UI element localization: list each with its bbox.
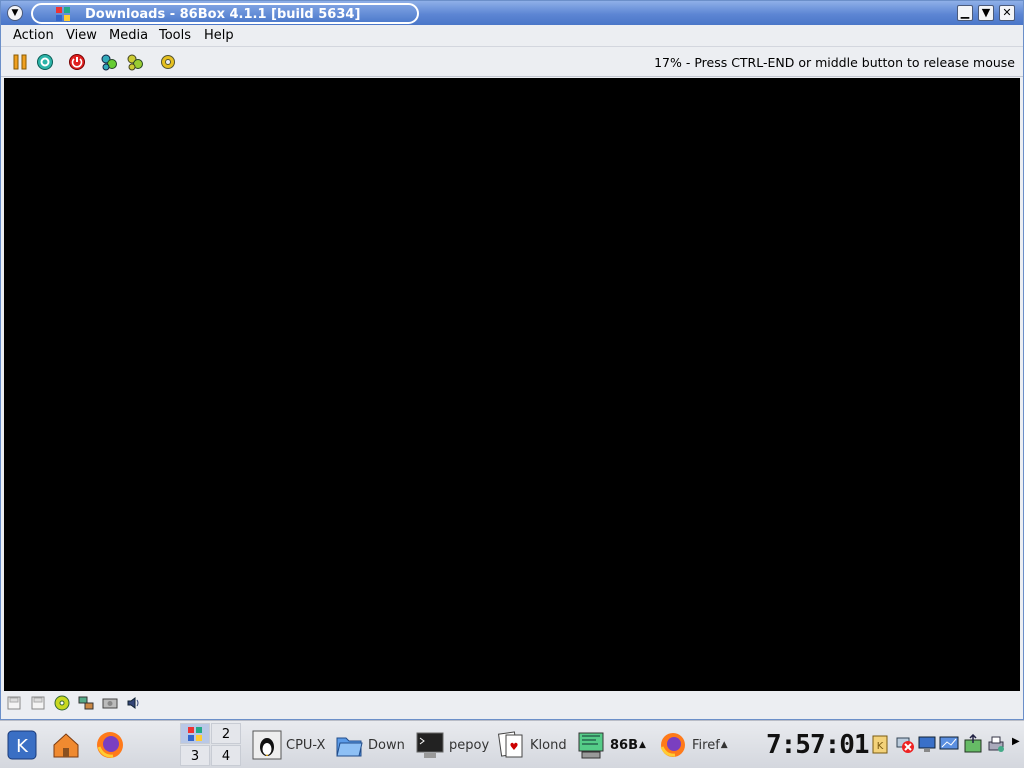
folder-icon (336, 737, 363, 757)
tux-icon (252, 730, 282, 760)
desktop-3[interactable]: 3 (180, 745, 210, 766)
menu-help[interactable]: Help (204, 28, 234, 44)
reset-icon[interactable] (36, 53, 54, 71)
status-bar (1, 692, 1023, 714)
usb-device-icon[interactable] (963, 734, 983, 754)
task-label: CPU-X (286, 737, 326, 753)
kde-menu-icon[interactable]: K (6, 729, 38, 761)
tray-expand-icon[interactable]: ▶ (1012, 736, 1020, 747)
network-icon[interactable] (78, 695, 94, 711)
menu-media[interactable]: Media (109, 28, 148, 44)
task-label: Klond (530, 737, 567, 753)
86box-icon (188, 727, 202, 741)
group-arrow-icon: ▲ (720, 740, 728, 750)
terminal-icon (416, 732, 444, 758)
monitor-icon[interactable] (939, 734, 959, 754)
menu-view[interactable]: View (66, 28, 97, 44)
task-label: Down (368, 737, 405, 753)
86box-app-icon (56, 7, 70, 21)
menu-bar: Action View Media Tools Help (1, 25, 1023, 47)
window-title: Downloads - 86Box 4.1.1 [build 5634] (85, 7, 361, 22)
ctrl-alt-esc-icon[interactable] (126, 53, 144, 71)
86box-icon (578, 732, 604, 759)
settings-icon[interactable] (159, 53, 177, 71)
clock[interactable]: 7:57:01 (766, 729, 870, 761)
menu-tools[interactable]: Tools (159, 28, 191, 44)
task-86box[interactable]: 86B ▲ (576, 727, 656, 763)
group-arrow-icon: ▲ (639, 740, 646, 750)
desktop-4[interactable]: 4 (211, 745, 241, 766)
menu-action[interactable]: Action (13, 28, 54, 44)
shade-button[interactable]: ▼ (978, 5, 994, 21)
cdrom-icon[interactable] (54, 695, 70, 711)
emulator-window: ▼ Downloads - 86Box 4.1.1 [build 5634] ▁… (0, 0, 1024, 720)
printer-icon[interactable] (986, 734, 1006, 754)
firefox-icon (660, 733, 685, 757)
cards-icon: ♥ (497, 731, 523, 758)
sound-icon[interactable] (126, 695, 142, 711)
task-label: pepoy (449, 737, 490, 753)
power-icon[interactable] (68, 53, 86, 71)
title-pill: Downloads - 86Box 4.1.1 [build 5634] (31, 3, 419, 24)
toolbar: 17% - Press CTRL-END or middle button to… (1, 47, 1023, 77)
floppy-drive-2-icon[interactable] (30, 695, 46, 711)
task-klondike[interactable]: ♥ Klond (496, 727, 572, 763)
emulated-display[interactable] (4, 78, 1020, 691)
pause-icon[interactable] (11, 53, 29, 71)
firefox-launcher-icon[interactable] (94, 729, 126, 761)
minimize-button[interactable]: ▁ (957, 5, 973, 21)
title-bar[interactable]: ▼ Downloads - 86Box 4.1.1 [build 5634] ▁… (1, 1, 1023, 25)
desktop-pager: 2 3 4 (180, 723, 242, 767)
window-menu-button[interactable]: ▼ (7, 5, 23, 21)
ctrl-alt-del-icon[interactable] (100, 53, 118, 71)
task-label: Firef (692, 737, 720, 753)
hard-disk-icon[interactable] (102, 695, 118, 711)
task-terminal[interactable]: pepoy (415, 727, 491, 763)
task-cpux[interactable]: CPU-X (252, 727, 330, 763)
network-disconnected-icon[interactable] (895, 734, 915, 754)
floppy-drive-1-icon[interactable] (6, 695, 22, 711)
home-icon[interactable] (50, 729, 82, 761)
task-label: 86B (610, 737, 638, 753)
close-button[interactable]: ✕ (999, 5, 1015, 21)
desktop-2[interactable]: 2 (211, 723, 241, 744)
svg-text:♥: ♥ (510, 742, 519, 753)
klipper-icon[interactable]: K (870, 734, 890, 754)
desktop-1[interactable] (180, 723, 210, 744)
svg-text:K: K (16, 736, 29, 757)
task-downloads[interactable]: Down (334, 727, 410, 763)
task-firefox[interactable]: Firef ▲ (658, 727, 738, 763)
display-settings-icon[interactable] (917, 734, 937, 754)
svg-text:K: K (877, 741, 884, 752)
taskbar: K 2 3 4 CPU-X Down pepoy ♥ Klond 86B ▲ F… (0, 720, 1024, 768)
mouse-capture-status: 17% - Press CTRL-END or middle button to… (654, 55, 1015, 70)
